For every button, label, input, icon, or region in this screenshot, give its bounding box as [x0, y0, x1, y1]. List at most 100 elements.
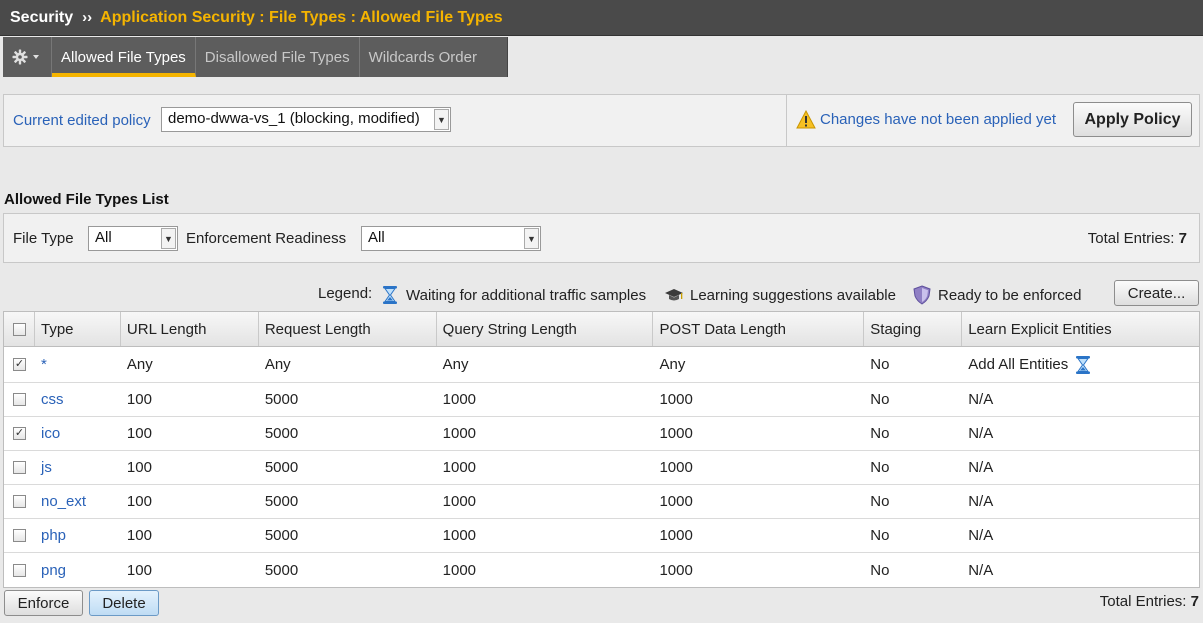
- table-row: png 100 5000 1000 1000 No N/A: [4, 553, 1199, 587]
- staging-cell: No: [870, 527, 890, 544]
- enforce-button[interactable]: Enforce: [4, 590, 83, 616]
- query-string-length-cell: 1000: [442, 459, 477, 476]
- file-type-link[interactable]: *: [41, 356, 47, 373]
- gear-menu-button[interactable]: [3, 37, 52, 77]
- file-type-link[interactable]: no_ext: [41, 493, 86, 510]
- file-type-link[interactable]: php: [41, 527, 66, 544]
- row-checkbox[interactable]: [13, 529, 26, 542]
- changes-warning-text[interactable]: Changes have not been applied yet: [820, 111, 1056, 128]
- learn-entities-cell: N/A: [968, 493, 994, 510]
- breadcrumb-separator: ››: [82, 9, 93, 26]
- policy-select[interactable]: demo-dwwa-vs_1 (blocking, modified) ▼: [161, 107, 451, 132]
- url-length-cell: 100: [126, 493, 152, 510]
- post-data-length-cell: 1000: [659, 391, 693, 408]
- chevron-down-icon: ▼: [161, 228, 176, 249]
- query-string-length-cell: Any: [442, 356, 469, 373]
- learn-entities-cell: Add All Entities: [962, 347, 1199, 382]
- legend-ready: Ready to be enforced: [912, 285, 1081, 305]
- table-row: php 100 5000 1000 1000 No N/A: [4, 519, 1199, 553]
- post-data-length-cell: 1000: [659, 425, 693, 442]
- col-header-request-length[interactable]: Request Length: [259, 312, 437, 346]
- gear-icon: [12, 49, 39, 65]
- col-header-url-length[interactable]: URL Length: [121, 312, 259, 346]
- current-policy-label: Current edited policy: [13, 112, 151, 129]
- create-button[interactable]: Create...: [1114, 280, 1199, 306]
- legend-label: Legend:: [318, 285, 372, 302]
- staging-cell: No: [870, 425, 890, 442]
- request-length-cell: 5000: [264, 391, 299, 408]
- file-type-link[interactable]: js: [41, 459, 52, 476]
- delete-button[interactable]: Delete: [89, 590, 159, 616]
- chevron-down-icon: ▼: [524, 228, 539, 249]
- request-length-cell: 5000: [264, 527, 299, 544]
- post-data-length-cell: 1000: [659, 459, 693, 476]
- file-type-link[interactable]: ico: [41, 425, 60, 442]
- file-type-filter-label: File Type: [13, 230, 74, 247]
- learn-entities-cell: N/A: [968, 561, 994, 579]
- query-string-length-cell: 1000: [442, 527, 477, 544]
- legend-waiting-text: Waiting for additional traffic samples: [406, 286, 647, 304]
- url-length-cell: 100: [126, 527, 152, 544]
- legend-waiting: Waiting for additional traffic samples: [380, 285, 646, 305]
- legend-ready-text: Ready to be enforced: [938, 286, 1082, 304]
- apply-policy-button[interactable]: Apply Policy: [1073, 102, 1192, 137]
- hourglass-icon: [383, 286, 397, 304]
- tab-allowed-file-types[interactable]: Allowed File Types: [52, 37, 196, 77]
- learn-entities-text: Add All Entities: [968, 356, 1069, 373]
- file-type-filter-select[interactable]: All ▼: [88, 226, 178, 251]
- post-data-length-cell: Any: [659, 356, 686, 373]
- total-entries-label: Total Entries:: [1099, 593, 1187, 610]
- url-length-cell: Any: [126, 356, 153, 373]
- enforcement-readiness-select[interactable]: All ▼: [361, 226, 541, 251]
- breadcrumb-section[interactable]: Security: [10, 9, 73, 27]
- legend-learning: Learning suggestions available: [664, 285, 896, 305]
- row-checkbox[interactable]: ✓: [13, 427, 26, 440]
- breadcrumb-path: Application Security : File Types : Allo…: [100, 8, 503, 26]
- staging-cell: No: [870, 561, 890, 579]
- table-row: no_ext 100 5000 1000 1000 No N/A: [4, 485, 1199, 519]
- post-data-length-cell: 1000: [659, 561, 693, 579]
- col-header-staging[interactable]: Staging: [864, 312, 963, 346]
- query-string-length-cell: 1000: [442, 391, 477, 408]
- legend-label-text: Legend:: [318, 285, 373, 302]
- total-entries-bottom: Total Entries: 7: [1100, 593, 1199, 610]
- select-all-checkbox[interactable]: [13, 322, 26, 336]
- learn-entities-cell: N/A: [968, 425, 994, 442]
- file-type-link[interactable]: png: [41, 562, 66, 579]
- row-checkbox[interactable]: [13, 563, 26, 577]
- post-data-length-cell: 1000: [659, 527, 693, 544]
- url-length-cell: 100: [126, 391, 152, 408]
- select-all-cell[interactable]: [4, 312, 35, 346]
- bottom-actions: Enforce Delete Total Entries: 7: [0, 587, 1203, 623]
- total-entries-top: Total Entries: 7: [1088, 230, 1187, 247]
- query-string-length-cell: 1000: [442, 493, 477, 510]
- table-row: js 100 5000 1000 1000 No N/A: [4, 451, 1199, 485]
- tab-wildcards-order[interactable]: Wildcards Order: [359, 37, 507, 77]
- row-checkbox[interactable]: [13, 495, 26, 508]
- tab-disallowed-file-types[interactable]: Disallowed File Types: [195, 37, 360, 77]
- chevron-down-icon: ▼: [434, 109, 449, 130]
- col-header-type[interactable]: Type: [35, 312, 121, 346]
- policy-bar: Current edited policy demo-dwwa-vs_1 (bl…: [3, 94, 1200, 147]
- url-length-cell: 100: [126, 425, 152, 442]
- file-types-table: Type URL Length Request Length Query Str…: [3, 311, 1200, 588]
- list-title: Allowed File Types List: [4, 191, 169, 208]
- staging-cell: No: [870, 356, 890, 373]
- enforcement-readiness-value: All: [368, 229, 385, 246]
- staging-cell: No: [870, 459, 890, 476]
- table-row: ✓ * Any Any Any Any No Add All Entities: [4, 347, 1199, 383]
- file-type-link[interactable]: css: [41, 391, 64, 408]
- row-checkbox[interactable]: [13, 393, 26, 406]
- col-header-learn-explicit-entities[interactable]: Learn Explicit Entities: [962, 312, 1199, 346]
- total-entries-label: Total Entries:: [1087, 230, 1175, 247]
- table-row: css 100 5000 1000 1000 No N/A: [4, 383, 1199, 417]
- col-header-query-string-length[interactable]: Query String Length: [437, 312, 654, 346]
- url-length-cell: 100: [126, 459, 152, 476]
- col-header-post-data-length[interactable]: POST Data Length: [653, 312, 865, 346]
- row-checkbox[interactable]: [13, 461, 26, 474]
- table-row: ✓ ico 100 5000 1000 1000 No N/A: [4, 417, 1199, 451]
- enforcement-readiness-label: Enforcement Readiness: [186, 230, 347, 247]
- request-length-cell: 5000: [264, 459, 299, 476]
- row-checkbox[interactable]: ✓: [13, 358, 26, 371]
- staging-cell: No: [870, 391, 890, 408]
